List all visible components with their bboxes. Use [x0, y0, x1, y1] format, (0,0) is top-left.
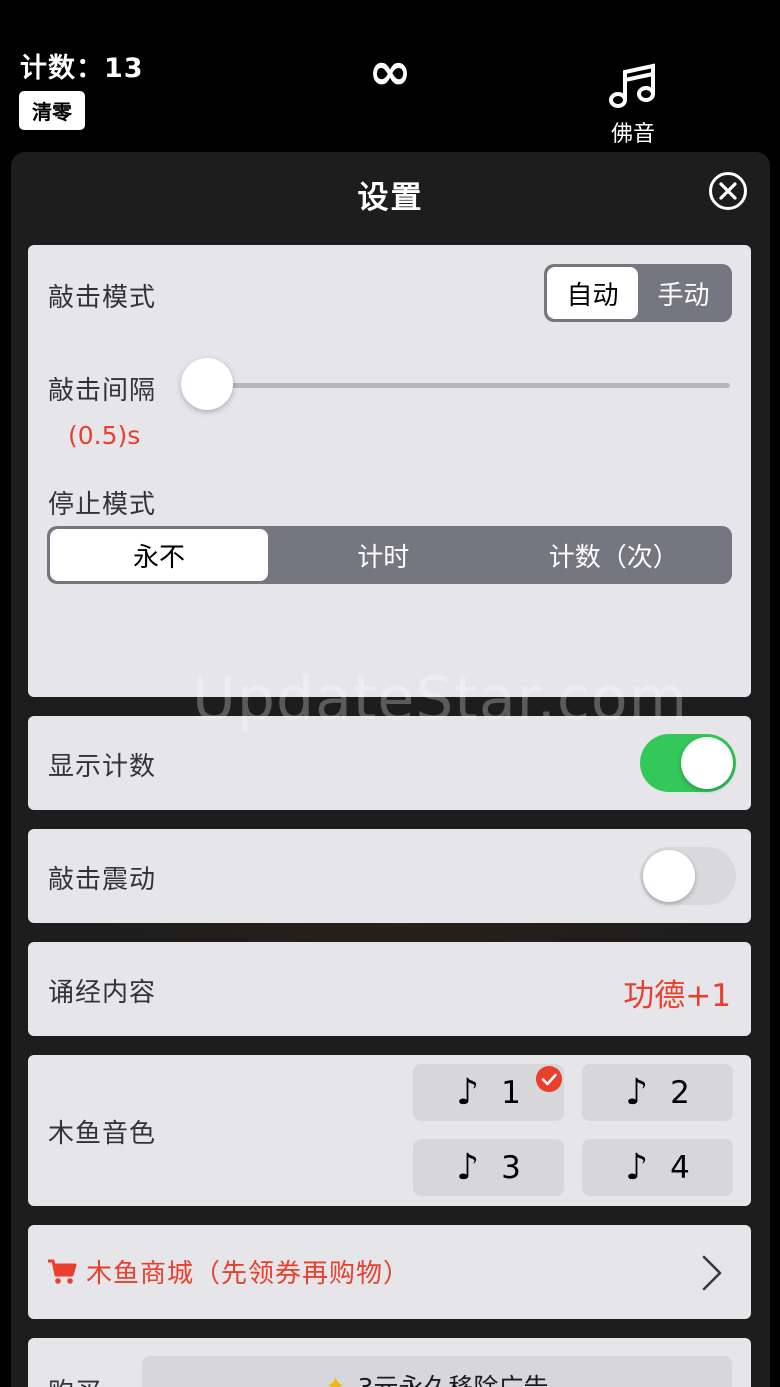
tone-number: 2	[670, 1074, 690, 1111]
vibrate-row: 敲击震动	[28, 829, 751, 923]
count-label: 计数：13	[20, 53, 144, 84]
stop-mode-never[interactable]: 永不	[50, 529, 268, 581]
interval-slider-track[interactable]	[208, 383, 730, 388]
chant-content-row[interactable]: 诵经内容 功德+1	[28, 942, 751, 1036]
music-note-icon: ♪	[456, 1071, 480, 1113]
strike-settings-card: 敲击模式 自动 手动 敲击间隔 (0.5)s 停止模式 永不 计时 计数（次）	[28, 245, 751, 697]
music-note-icon: ♪	[625, 1071, 649, 1113]
cart-icon	[48, 1259, 77, 1284]
shop-row[interactable]: 木鱼商城（先领券再购物）	[28, 1225, 751, 1319]
stop-mode-segmented: 永不 计时 计数（次）	[47, 526, 732, 584]
close-icon[interactable]	[708, 171, 748, 211]
tone-number: 1	[501, 1074, 521, 1111]
settings-sheet: 设置 敲击模式 自动 手动 敲击间隔 (0.5)s 停止模式 永不 计时 计数（…	[11, 152, 770, 1387]
checkmark-icon	[536, 1066, 562, 1092]
tone-label: 木鱼音色	[48, 1119, 157, 1149]
tone-option-2[interactable]: ♪ 2	[582, 1064, 733, 1121]
interval-value: (0.5)s	[68, 421, 141, 450]
music-note-icon: ♪	[625, 1146, 649, 1188]
chevron-right-icon	[702, 1255, 722, 1291]
vibrate-toggle[interactable]	[640, 847, 736, 905]
sparkle-icon: ✦	[325, 1372, 346, 1387]
sound-button[interactable]: 佛音	[600, 62, 666, 148]
remove-ads-label: 3元永久移除广告	[358, 1368, 549, 1387]
strike-interval-label: 敲击间隔	[48, 376, 157, 406]
shop-label: 木鱼商城（先领券再购物）	[86, 1259, 411, 1289]
show-count-label: 显示计数	[48, 752, 157, 782]
tone-option-3[interactable]: ♪ 3	[413, 1139, 564, 1196]
sheet-title: 设置	[357, 180, 424, 216]
buy-row: 购买 ✦ 3元永久移除广告	[28, 1338, 751, 1387]
buy-label: 购买	[48, 1372, 102, 1387]
infinity-icon[interactable]: ∞	[364, 44, 416, 100]
stop-mode-timer[interactable]: 计时	[268, 529, 499, 581]
show-count-toggle[interactable]	[640, 734, 736, 792]
stop-mode-count[interactable]: 计数（次）	[499, 529, 730, 581]
strike-mode-manual[interactable]: 手动	[638, 267, 729, 319]
tone-number: 3	[501, 1149, 521, 1186]
chant-content-label: 诵经内容	[48, 978, 157, 1008]
remove-ads-button[interactable]: ✦ 3元永久移除广告	[142, 1356, 732, 1387]
tone-row: 木鱼音色 ♪ 1 ♪ 2 ♪ 3 ♪ 4	[28, 1055, 751, 1206]
music-note-icon	[609, 63, 655, 108]
toggle-knob	[643, 850, 695, 902]
strike-mode-auto[interactable]: 自动	[547, 267, 638, 319]
chant-content-value: 功德+1	[623, 978, 731, 1014]
tone-number: 4	[670, 1149, 690, 1186]
sound-label: 佛音	[610, 122, 655, 147]
show-count-row: 显示计数	[28, 716, 751, 810]
interval-slider-thumb[interactable]	[181, 358, 233, 410]
vibrate-label: 敲击震动	[48, 865, 157, 895]
toggle-knob	[681, 737, 733, 789]
strike-mode-segmented: 自动 手动	[544, 264, 732, 322]
strike-mode-label: 敲击模式	[48, 283, 157, 313]
tone-option-4[interactable]: ♪ 4	[582, 1139, 733, 1196]
reset-button[interactable]: 清零	[19, 91, 85, 130]
music-note-icon: ♪	[456, 1146, 480, 1188]
stop-mode-label: 停止模式	[48, 490, 157, 520]
